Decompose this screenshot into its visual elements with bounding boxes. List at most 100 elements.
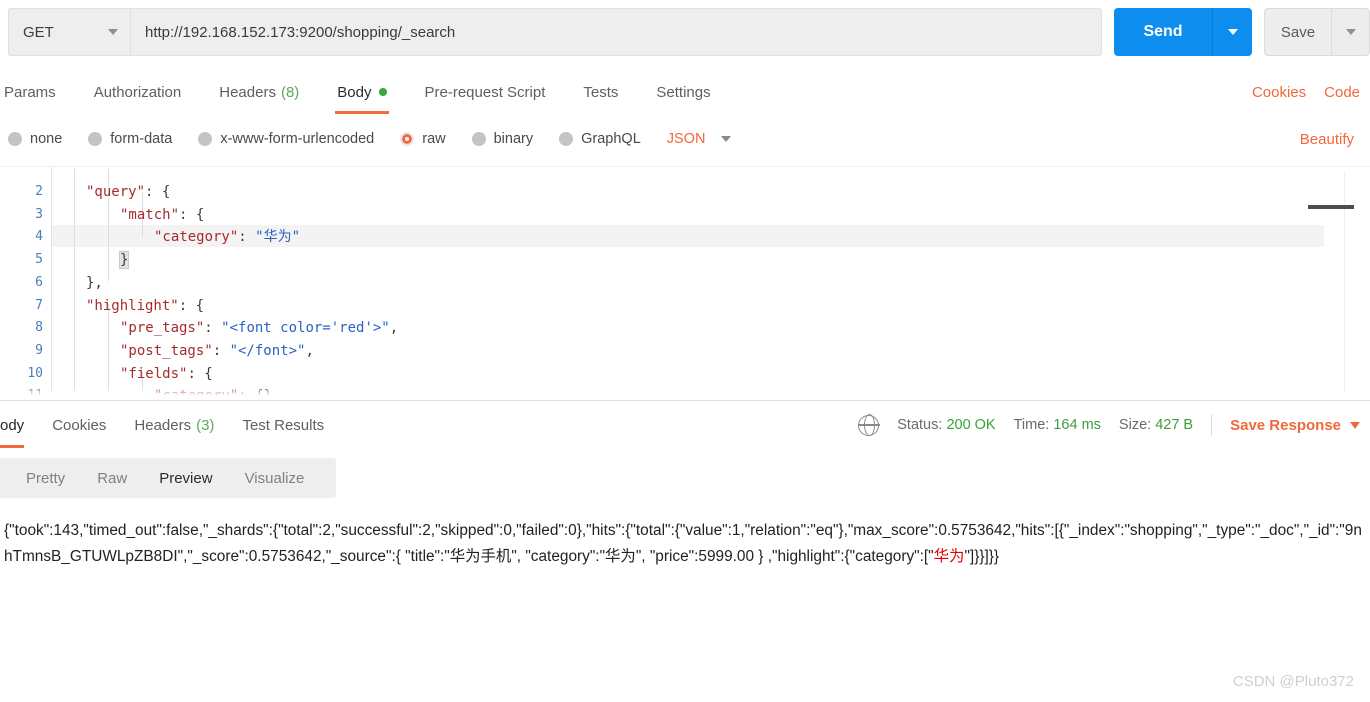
body-type-none[interactable]: none bbox=[8, 131, 62, 147]
json-key: "post_tags" bbox=[120, 342, 213, 359]
code-line-3: "match": { bbox=[120, 204, 204, 227]
size-label: Size: bbox=[1118, 417, 1152, 433]
json-punct: : { bbox=[179, 206, 205, 223]
response-tab-test-results[interactable]: Test Results bbox=[242, 401, 324, 451]
response-tab-body[interactable]: ody bbox=[0, 401, 25, 451]
indent-guide bbox=[74, 169, 75, 394]
json-value: "华为" bbox=[255, 229, 301, 246]
tab-label: Body bbox=[337, 83, 372, 101]
send-button[interactable]: Send bbox=[1114, 8, 1212, 56]
body-type-label: binary bbox=[493, 131, 534, 147]
line-number: 10 bbox=[27, 365, 43, 381]
json-key: "fields" bbox=[120, 365, 188, 382]
tab-pre-request-script[interactable]: Pre-request Script bbox=[423, 68, 548, 116]
radio-icon bbox=[8, 132, 22, 146]
json-value: "</font>" bbox=[229, 342, 306, 359]
json-punct: : bbox=[212, 342, 230, 359]
request-url-input[interactable]: http://192.168.152.173:9200/shopping/_se… bbox=[130, 8, 1102, 56]
radio-icon bbox=[88, 132, 103, 146]
radio-icon bbox=[471, 132, 486, 146]
editor-code-area[interactable]: "query": { "match": { "category": "华为" }… bbox=[52, 167, 1324, 400]
json-key: "query" bbox=[86, 184, 146, 200]
view-tab-preview[interactable]: Preview bbox=[159, 470, 212, 487]
body-type-graphql[interactable]: GraphQL bbox=[559, 131, 641, 147]
tab-params[interactable]: Params bbox=[2, 68, 58, 116]
tab-tests[interactable]: Tests bbox=[581, 68, 620, 116]
editor-gutter: 2 3 4 5 6 7 8 9 10 11 bbox=[0, 167, 52, 400]
tab-label: Cookies bbox=[52, 417, 107, 434]
line-number: 5 bbox=[35, 252, 43, 268]
chevron-down-icon bbox=[1350, 421, 1360, 429]
response-json-text-tail: "]}}]}} bbox=[964, 548, 1000, 565]
response-meta-stats: Status: 200 OK Time: 164 ms Size: 427 B … bbox=[857, 400, 1360, 450]
line-number: 8 bbox=[35, 320, 43, 336]
response-tab-cookies[interactable]: Cookies bbox=[52, 401, 106, 451]
body-type-raw[interactable]: raw bbox=[400, 131, 446, 147]
tab-label: ody bbox=[0, 417, 25, 434]
radio-icon bbox=[559, 132, 574, 146]
chevron-down-icon bbox=[721, 136, 732, 142]
body-type-form-data[interactable]: form-data bbox=[88, 131, 172, 147]
json-key: "pre_tags" bbox=[120, 320, 205, 337]
save-button[interactable]: Save bbox=[1265, 9, 1331, 55]
request-url-bar: GET http://192.168.152.173:9200/shopping… bbox=[0, 0, 1370, 64]
save-button-group: Save bbox=[1264, 8, 1370, 56]
request-body-editor[interactable]: 2 3 4 5 6 7 8 9 10 11 "query": { "match"… bbox=[0, 166, 1370, 400]
http-method-select[interactable]: GET bbox=[8, 8, 130, 56]
body-type-label: x-www-form-urlencoded bbox=[220, 131, 375, 147]
tab-label: Pre-request Script bbox=[424, 83, 546, 101]
beautify-button[interactable]: Beautify bbox=[1300, 118, 1354, 160]
size-value: 427 B bbox=[1155, 417, 1194, 433]
json-punct: : bbox=[204, 320, 222, 337]
cookies-link[interactable]: Cookies bbox=[1252, 84, 1306, 101]
response-highlight-term: 华为 bbox=[933, 548, 965, 565]
indent-guide bbox=[108, 304, 109, 394]
json-punct: , bbox=[389, 320, 399, 337]
view-tab-visualize[interactable]: Visualize bbox=[245, 470, 305, 487]
tab-label: Params bbox=[4, 83, 56, 101]
radio-icon bbox=[198, 132, 213, 146]
response-headers-count-badge: (3) bbox=[196, 417, 215, 434]
response-tab-headers[interactable]: Headers (3) bbox=[134, 401, 214, 451]
chevron-down-icon bbox=[108, 29, 118, 35]
status-stat: Status: 200 OK bbox=[897, 417, 995, 433]
postman-window: GET http://192.168.152.173:9200/shopping… bbox=[0, 0, 1370, 702]
request-tabs: Params Authorization Headers (8) Body Pr… bbox=[0, 68, 1370, 116]
json-key: "match" bbox=[120, 206, 180, 223]
globe-icon bbox=[857, 413, 880, 437]
json-key: "category" bbox=[154, 229, 239, 246]
tab-label: Authorization bbox=[93, 83, 182, 101]
line-number: 3 bbox=[35, 206, 43, 222]
tab-headers[interactable]: Headers (8) bbox=[217, 68, 301, 116]
body-type-label: GraphQL bbox=[581, 131, 641, 147]
raw-format-select[interactable]: JSON bbox=[667, 131, 732, 147]
tab-settings[interactable]: Settings bbox=[654, 68, 712, 116]
request-url-value: http://192.168.152.173:9200/shopping/_se… bbox=[145, 23, 456, 41]
tab-authorization[interactable]: Authorization bbox=[92, 68, 184, 116]
size-stat: Size: 427 B bbox=[1119, 417, 1193, 433]
json-punct: }, bbox=[86, 274, 103, 291]
line-number: 4 bbox=[35, 229, 43, 245]
send-button-group: Send bbox=[1114, 8, 1252, 56]
http-method-value: GET bbox=[23, 23, 54, 41]
tab-body[interactable]: Body bbox=[335, 68, 389, 116]
body-type-binary[interactable]: binary bbox=[471, 131, 534, 147]
time-stat: Time: 164 ms bbox=[1014, 417, 1101, 433]
save-response-button[interactable]: Save Response bbox=[1230, 417, 1360, 434]
json-punct: : { bbox=[145, 184, 171, 200]
response-view-tabs: Pretty Raw Preview Visualize bbox=[0, 456, 1370, 502]
code-line-9: "post_tags": "</font>", bbox=[120, 340, 314, 363]
body-type-x-www-form-urlencoded[interactable]: x-www-form-urlencoded bbox=[198, 131, 374, 147]
code-line-10: "fields": { bbox=[120, 363, 213, 386]
line-number: 6 bbox=[35, 274, 43, 290]
send-options-button[interactable] bbox=[1212, 8, 1252, 56]
view-tab-raw[interactable]: Raw bbox=[97, 470, 127, 487]
code-link[interactable]: Code bbox=[1324, 84, 1360, 101]
view-tab-pretty[interactable]: Pretty bbox=[26, 470, 65, 487]
time-label: Time: bbox=[1013, 417, 1050, 433]
editor-scrollbar-thumb[interactable] bbox=[1308, 205, 1354, 209]
code-line-2: "query": { bbox=[86, 181, 170, 204]
save-options-button[interactable] bbox=[1331, 9, 1369, 55]
time-value: 164 ms bbox=[1053, 417, 1101, 433]
response-body-content: {"took":143,"timed_out":false,"_shards":… bbox=[0, 510, 1370, 660]
